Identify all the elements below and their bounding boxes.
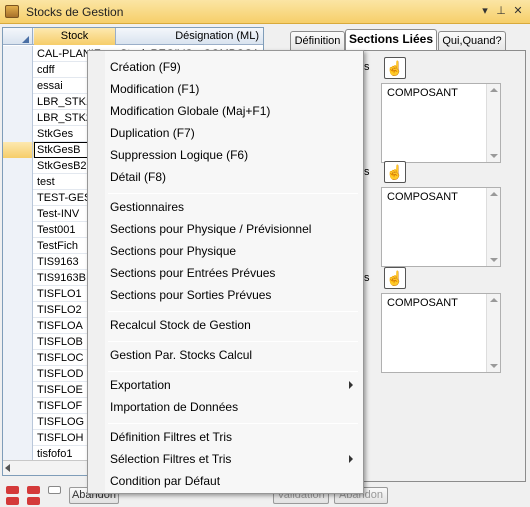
section-value-1: COMPOSANT (387, 87, 458, 99)
menu-item-exportation[interactable]: Exportation (110, 376, 171, 394)
row-header[interactable] (3, 126, 33, 142)
menu-item-definition-filtres-et-tris[interactable]: Définition Filtres et Tris (110, 428, 232, 446)
menu-item-recalcul-stock-de-gestion[interactable]: Recalcul Stock de Gestion (110, 316, 251, 334)
column-header-stock[interactable]: Stock (34, 28, 116, 45)
row-header[interactable] (3, 158, 33, 174)
submenu-arrow-icon (349, 455, 353, 463)
menu-separator (108, 193, 358, 194)
close-icon[interactable]: ✕ (511, 4, 525, 18)
row-header[interactable] (3, 334, 33, 350)
hand-icon: ☝ (386, 270, 404, 286)
row-header[interactable] (3, 254, 33, 270)
row-header[interactable] (3, 142, 33, 158)
section-value-2: COMPOSANT (387, 191, 458, 203)
context-menu: Création (F9) Modification (F1) Modificati… (87, 50, 364, 494)
window-title: Stocks de Gestion (26, 5, 124, 19)
menu-item-condition-par-defaut[interactable]: Condition par Défaut (110, 472, 220, 490)
section-label-2: s (364, 166, 370, 178)
menu-item-gestionnaires[interactable]: Gestionnaires (110, 198, 184, 216)
menu-separator (108, 311, 358, 312)
window-titlebar: Stocks de Gestion ▾ ⊥ ✕ (0, 0, 530, 24)
row-header[interactable] (3, 366, 33, 382)
section-textbox-2[interactable]: COMPOSANT (381, 187, 501, 267)
tab-sections-liees[interactable]: Sections Liées (345, 29, 437, 50)
menu-item-detail-f8[interactable]: Détail (F8) (110, 168, 166, 186)
textbox-scrollbar[interactable] (486, 188, 500, 266)
nav-first-icon[interactable] (6, 486, 19, 494)
menu-item-gestion-par-stocks-calcul[interactable]: Gestion Par. Stocks Calcul (110, 346, 252, 364)
textbox-scrollbar[interactable] (486, 84, 500, 162)
row-header[interactable] (3, 78, 33, 94)
column-header-designation[interactable]: Désignation (ML) (117, 28, 263, 45)
section-textbox-3[interactable]: COMPOSANT (381, 293, 501, 373)
row-header[interactable] (3, 190, 33, 206)
nav-prev-icon[interactable] (27, 486, 40, 494)
tab-qui-quand[interactable]: Qui,Quand? (438, 31, 506, 50)
row-header[interactable] (3, 414, 33, 430)
section-label-3: s (364, 272, 370, 284)
nav-last-icon[interactable] (27, 497, 40, 505)
scroll-left-icon[interactable] (5, 464, 10, 472)
grid-header: Stock Désignation (ML) (3, 28, 263, 45)
menu-item-modification-globale-maj-f1[interactable]: Modification Globale (Maj+F1) (110, 102, 270, 120)
nav-next-icon[interactable] (6, 497, 19, 505)
row-header[interactable] (3, 318, 33, 334)
hand-icon: ☝ (386, 164, 404, 180)
hand-select-button-2[interactable]: ☝ (384, 161, 406, 183)
menu-separator (108, 341, 358, 342)
section-value-3: COMPOSANT (387, 297, 458, 309)
grid-corner[interactable] (3, 28, 33, 45)
row-header[interactable] (3, 350, 33, 366)
hand-select-button-1[interactable]: ☝ (384, 57, 406, 79)
menu-item-creation-f9[interactable]: Création (F9) (110, 58, 181, 76)
row-header[interactable] (3, 238, 33, 254)
hand-icon: ☝ (386, 60, 404, 76)
menu-gutter (88, 51, 105, 493)
row-header[interactable] (3, 382, 33, 398)
row-header[interactable] (3, 206, 33, 222)
menu-item-duplication-f7[interactable]: Duplication (F7) (110, 124, 195, 142)
submenu-arrow-icon (349, 381, 353, 389)
menu-item-sections-pour-physique[interactable]: Sections pour Physique (110, 242, 236, 260)
row-header[interactable] (3, 94, 33, 110)
section-textbox-1[interactable]: COMPOSANT (381, 83, 501, 163)
nav-blank-icon[interactable] (48, 486, 61, 494)
corner-triangle-icon (22, 36, 29, 43)
row-header[interactable] (3, 110, 33, 126)
row-header[interactable] (3, 174, 33, 190)
hand-select-button-3[interactable]: ☝ (384, 267, 406, 289)
menu-separator (108, 423, 358, 424)
menu-item-sections-pour-physique-previsionnel[interactable]: Sections pour Physique / Prévisionnel (110, 220, 311, 238)
row-header[interactable] (3, 222, 33, 238)
menu-item-selection-filtres-et-tris[interactable]: Sélection Filtres et Tris (110, 450, 231, 468)
pin-icon[interactable]: ⊥ (494, 4, 508, 18)
menu-item-suppression-logique-f6[interactable]: Suppression Logique (F6) (110, 146, 248, 164)
section-label-1: s (364, 61, 370, 73)
row-header[interactable] (3, 46, 33, 62)
tab-definition[interactable]: Définition (290, 31, 345, 50)
row-header[interactable] (3, 270, 33, 286)
menu-item-sections-pour-sorties-prevues[interactable]: Sections pour Sorties Prévues (110, 286, 271, 304)
row-header[interactable] (3, 62, 33, 78)
menu-separator (108, 371, 358, 372)
row-header[interactable] (3, 286, 33, 302)
menu-item-sections-pour-entrees-prevues[interactable]: Sections pour Entrées Prévues (110, 264, 275, 282)
dropdown-icon[interactable]: ▾ (478, 4, 492, 18)
stock-box-icon (5, 5, 19, 18)
row-header[interactable] (3, 398, 33, 414)
textbox-scrollbar[interactable] (486, 294, 500, 372)
menu-item-modification-f1[interactable]: Modification (F1) (110, 80, 199, 98)
row-header[interactable] (3, 430, 33, 446)
row-header[interactable] (3, 302, 33, 318)
menu-item-importation-de-donnees[interactable]: Importation de Données (110, 398, 238, 416)
